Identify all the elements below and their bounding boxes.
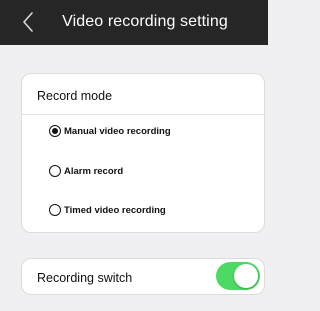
divider — [22, 114, 264, 115]
toggle-knob — [234, 264, 258, 288]
option-timed-video-recording[interactable]: Timed video recording — [49, 200, 166, 220]
recording-switch-label: Recording switch — [37, 271, 133, 285]
record-mode-card: Record mode Manual video recording Alarm… — [21, 73, 265, 233]
option-label: Manual video recording — [64, 125, 171, 137]
option-manual-video-recording[interactable]: Manual video recording — [49, 121, 171, 141]
option-label: Alarm record — [64, 165, 124, 177]
radio-unchecked-icon[interactable] — [49, 165, 61, 177]
video-recording-setting-screen: { "header": { "title": "Video recording … — [0, 0, 268, 311]
record-mode-title: Record mode — [37, 89, 113, 103]
option-label: Timed video recording — [64, 204, 166, 216]
page-title: Video recording setting — [62, 13, 228, 30]
radio-unchecked-icon[interactable] — [49, 204, 61, 216]
option-alarm-record[interactable]: Alarm record — [49, 161, 123, 181]
header-bar: Video recording setting — [0, 0, 268, 45]
radio-checked-icon[interactable] — [49, 125, 61, 137]
recording-toggle-switch[interactable] — [216, 262, 260, 290]
recording-switch-card: Recording switch — [21, 258, 265, 295]
